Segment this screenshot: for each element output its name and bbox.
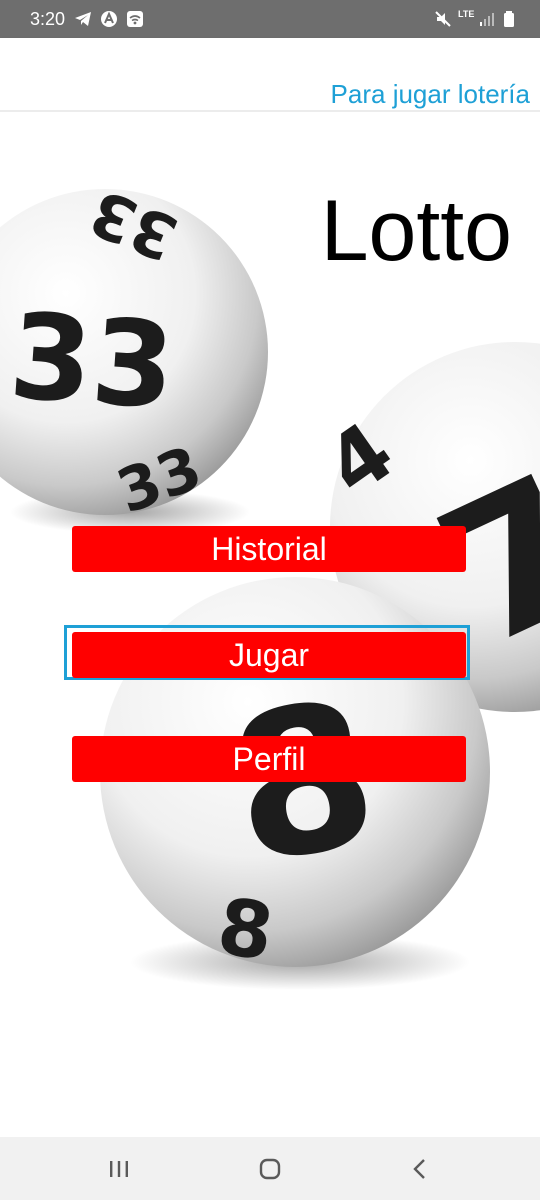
- status-bar: 3:20 LTE: [0, 0, 540, 38]
- navigation-bar: [0, 1137, 540, 1200]
- lte-icon: LTE: [458, 9, 475, 19]
- back-icon[interactable]: [405, 1155, 435, 1183]
- status-time: 3:20: [30, 9, 66, 29]
- main-content: 33 33 33 7 4 8 8 Lotto Historial Jugar P…: [0, 112, 540, 1137]
- app-bar: Para jugar lotería: [0, 38, 540, 112]
- jugar-button[interactable]: Jugar: [72, 632, 466, 678]
- perfil-button[interactable]: Perfil: [72, 736, 466, 782]
- battery-icon: [504, 11, 514, 27]
- svg-text:33: 33: [5, 287, 178, 436]
- wifi-box-icon: [127, 11, 143, 27]
- signal-icon: [480, 13, 494, 26]
- app-a-icon: [101, 11, 117, 27]
- app-subtitle: Para jugar lotería: [330, 79, 530, 109]
- mute-icon: [435, 11, 451, 27]
- home-icon[interactable]: [255, 1155, 285, 1183]
- lottery-ball-33: 33 33 33: [0, 175, 268, 528]
- page-title: Lotto: [320, 183, 512, 279]
- telegram-icon: [75, 12, 91, 26]
- historial-button[interactable]: Historial: [72, 526, 466, 572]
- recent-apps-icon[interactable]: [104, 1155, 134, 1183]
